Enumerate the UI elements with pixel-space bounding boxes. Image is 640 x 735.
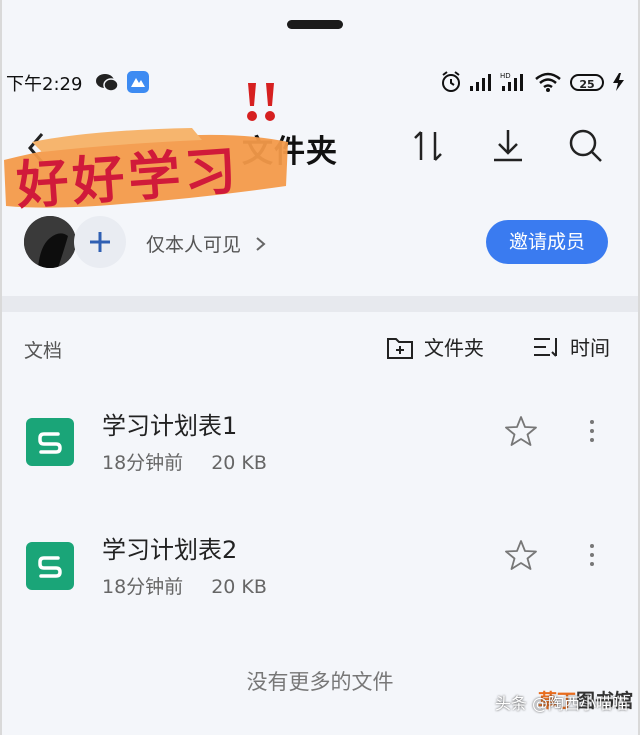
plus-icon: [90, 232, 110, 252]
sort-icon[interactable]: [406, 124, 450, 168]
file-name: 学习计划表1: [102, 412, 238, 440]
folder-plus-icon: [387, 337, 413, 359]
drag-handle[interactable]: [287, 20, 343, 29]
file-size: 20 KB: [211, 576, 267, 598]
app-icon: [127, 71, 149, 93]
star-icon[interactable]: [504, 538, 538, 572]
avatar-image: [24, 216, 76, 268]
charging-icon: [613, 73, 624, 91]
file-name: 学习计划表2: [102, 536, 238, 564]
signal-hd-icon: HD: [500, 72, 523, 91]
wifi-icon: [535, 72, 561, 92]
visibility-setting[interactable]: 仅本人可见: [146, 230, 269, 257]
add-member-button[interactable]: [74, 216, 126, 268]
sort-label: 时间: [570, 336, 610, 360]
chevron-right-icon: [256, 237, 266, 251]
file-size: 20 KB: [211, 452, 267, 474]
spreadsheet-icon: [26, 418, 74, 466]
file-row[interactable]: 学习计划表2 18分钟前 20 KB: [2, 520, 638, 630]
visibility-label: 仅本人可见: [146, 234, 242, 256]
status-bar: 下午2:29 HD 25: [2, 62, 638, 102]
watermark-text: 头条 @陶西小喵喵: [494, 694, 628, 713]
file-modified-time: 18分钟前: [102, 576, 184, 598]
status-time: 下午2:29: [6, 74, 83, 95]
section-divider: [2, 296, 638, 312]
file-modified-time: 18分钟前: [102, 452, 184, 474]
alarm-icon: [442, 71, 460, 92]
sort-by-time-button[interactable]: 时间: [532, 332, 610, 361]
file-meta: 18分钟前 20 KB: [102, 448, 267, 475]
list-toolbar: 文档 文件夹 时间: [2, 320, 638, 372]
members-row: 仅本人可见 邀请成员: [2, 190, 638, 296]
s-letter-glyph: [38, 556, 62, 578]
spreadsheet-icon: [26, 542, 74, 590]
invite-members-button[interactable]: 邀请成员: [486, 220, 608, 264]
battery-icon: 25: [570, 74, 604, 91]
s-letter-glyph: [38, 432, 62, 454]
bottom-sheet: 下午2:29 HD 25 文件夹 好好学习 仅本人可见 邀请成员 文档 文件夹 …: [2, 0, 638, 735]
more-vertical-icon[interactable]: [580, 538, 604, 572]
section-label: 文档: [24, 340, 63, 362]
svg-text:HD: HD: [500, 72, 511, 80]
wechat-icon: [96, 74, 119, 92]
new-folder-button[interactable]: 文件夹: [386, 332, 484, 361]
star-icon[interactable]: [504, 414, 538, 448]
signal-icon: [470, 74, 491, 91]
search-icon[interactable]: [564, 124, 608, 168]
sort-list-icon: [534, 337, 557, 357]
exclamation-sticker-icon: [247, 83, 275, 121]
file-row[interactable]: 学习计划表1 18分钟前 20 KB: [2, 396, 638, 506]
download-icon[interactable]: [486, 124, 530, 168]
new-folder-label: 文件夹: [424, 336, 484, 360]
more-vertical-icon[interactable]: [580, 414, 604, 448]
avatar[interactable]: [24, 216, 76, 268]
file-meta: 18分钟前 20 KB: [102, 572, 267, 599]
